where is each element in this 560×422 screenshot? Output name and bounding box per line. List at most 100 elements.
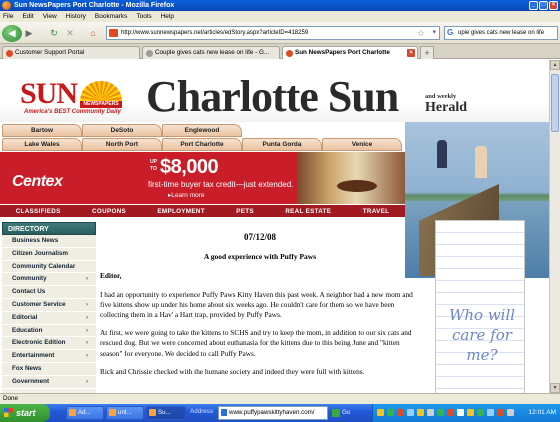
go-button[interactable]: Go [332,406,358,420]
who-will-care-ad[interactable]: Who will care for me? [435,220,525,393]
close-window-button[interactable]: × [549,1,558,10]
directory-item-entertainment[interactable]: Entertainment › [2,350,96,363]
maximize-button[interactable]: □ [539,1,548,10]
directory-item-editorial[interactable]: Editorial › [2,311,96,325]
town-venice[interactable]: Venice [322,138,402,151]
town-punta-gorda[interactable]: Punta Gorda [242,138,322,151]
clock[interactable]: 12:01 AM [529,404,556,422]
article-date: 07/12/08 [243,232,276,242]
menu-file[interactable]: File [3,11,13,22]
tray-icon[interactable] [427,409,434,416]
town-port-charlotte[interactable]: Port Charlotte [162,138,242,151]
nav-classifieds[interactable]: CLASSIFIEDS [16,208,61,215]
tab-customer-support[interactable]: Customer Support Portal [2,46,140,59]
centex-logo: Centex [12,173,63,190]
close-tab-icon[interactable]: × [407,49,415,57]
tab-sun-newspapers[interactable]: Sun NewsPapers Port Charlotte × [282,46,418,59]
tray-icon[interactable] [477,409,484,416]
nav-travel[interactable]: TRAVEL [363,208,390,215]
directory-item-business-news[interactable]: Business News [2,235,96,248]
tray-icon[interactable] [497,409,504,416]
menu-edit[interactable]: Edit [22,11,33,22]
directory-item-customer-service[interactable]: Customer Service › [2,298,96,312]
submenu-arrow-icon: › [86,301,88,308]
tray-icon[interactable] [507,409,514,416]
tab-couple-gives-cats[interactable]: Couple gives cats new lease on life - G.… [142,46,280,59]
forward-button[interactable]: ▶ [24,25,34,41]
stop-button[interactable]: ✕ [64,25,76,41]
nav-coupons[interactable]: COUPONS [92,208,126,215]
directory-item-citizen-journalism[interactable]: Citizen Journalism [2,247,96,261]
scroll-up-icon[interactable]: ▲ [550,60,560,70]
menu-help[interactable]: Help [161,11,174,22]
tray-icon[interactable] [387,409,394,416]
article-greeting: Editor, [100,271,122,281]
town-north-port[interactable]: North Port [82,138,162,151]
logo-newspapers-label: NEWSPAPERS [80,101,122,108]
tray-icon[interactable] [407,409,414,416]
directory-item-label: Electronic Edition [12,339,66,347]
taskbar-item[interactable]: Ad... [66,406,104,420]
directory-heading: DIRECTORY [2,222,96,235]
directory-item-label: Fox News [12,364,42,372]
learn-more-link[interactable]: ▸Learn more [168,191,205,199]
nav-pets[interactable]: PETS [236,208,254,215]
town-englewood[interactable]: Englewood [162,124,242,137]
back-button[interactable]: ◀ [2,25,22,42]
directory-item-community-calendar[interactable]: Community Calendar [2,260,96,274]
start-label: start [16,408,36,418]
url-bar[interactable]: http://www.sunnewspapers.net/articles/ed… [106,26,440,40]
menu-bookmarks[interactable]: Bookmarks [95,11,128,22]
menu-tools[interactable]: Tools [136,11,151,22]
classifieds-bar: CLASSIFIEDS COUPONS EMPLOYMENT PETS REAL… [0,205,405,217]
town-desoto[interactable]: DeSoto [82,124,162,137]
directory-item-fox-news[interactable]: Fox News [2,362,96,376]
tray-icon[interactable] [377,409,384,416]
taskbar-item-active[interactable]: Su... [146,406,186,420]
directory-item-government[interactable]: Government › [2,375,96,389]
address-label: Address [190,408,214,415]
reload-button[interactable]: ↻ [48,25,60,41]
app-icon [109,409,116,416]
home-button[interactable]: ⌂ [86,25,100,41]
paper-name[interactable]: Charlotte Sun [146,74,399,120]
tray-icon[interactable] [397,409,404,416]
taskbar-item[interactable]: unt... [106,406,144,420]
taskbar-address-input[interactable]: www.puffypawskittyhaven.com/ [218,406,328,420]
menu-history[interactable]: History [66,11,86,22]
nav-employment[interactable]: EMPLOYMENT [157,208,204,215]
directory-item-education[interactable]: Education › [2,324,96,338]
sun-newspapers-logo[interactable]: SUN NEWSPAPERS [20,79,122,109]
directory-item-electronic-edition[interactable]: Electronic Edition › [2,337,96,351]
tray-icon[interactable] [437,409,444,416]
tray-icon[interactable] [447,409,454,416]
bookmark-star-icon[interactable]: ☆ [417,27,425,39]
town-bartow[interactable]: Bartow [2,124,82,137]
tab-favicon-icon [6,50,13,57]
minimize-button[interactable]: _ [529,1,538,10]
search-box[interactable]: G upie gives cats new lease on life [444,26,558,40]
submenu-arrow-icon: › [86,340,88,347]
tab-label: Couple gives cats new lease on life - G.… [155,49,270,56]
new-tab-button[interactable]: + [420,46,434,59]
scroll-down-icon[interactable]: ▼ [550,383,560,393]
tray-icon[interactable] [467,409,474,416]
tray-icon[interactable] [457,409,464,416]
tray-icon[interactable] [487,409,494,416]
taskbar-item-label: Ad... [78,409,91,416]
directory-item-contact-us[interactable]: Contact Us [2,286,96,299]
scroll-thumb[interactable] [551,74,559,132]
url-dropdown-icon[interactable]: ▾ [432,27,436,39]
nav-real-estate[interactable]: REAL ESTATE [285,208,331,215]
directory-item-label: Citizen Journalism [12,249,68,257]
centex-banner-ad[interactable]: Centex UP TO $8,000 first-time buyer tax… [0,152,405,204]
town-lake-wales[interactable]: Lake Wales [2,138,82,151]
person-figure [475,146,487,178]
directory-item-community[interactable]: Community › [2,273,96,287]
menu-view[interactable]: View [43,11,57,22]
start-button[interactable]: start [0,404,50,422]
tray-icon[interactable] [417,409,424,416]
tab-label: Sun NewsPapers Port Charlotte [295,49,390,56]
submenu-arrow-icon: › [86,276,88,283]
vertical-scrollbar[interactable]: ▲ ▼ [549,60,560,393]
